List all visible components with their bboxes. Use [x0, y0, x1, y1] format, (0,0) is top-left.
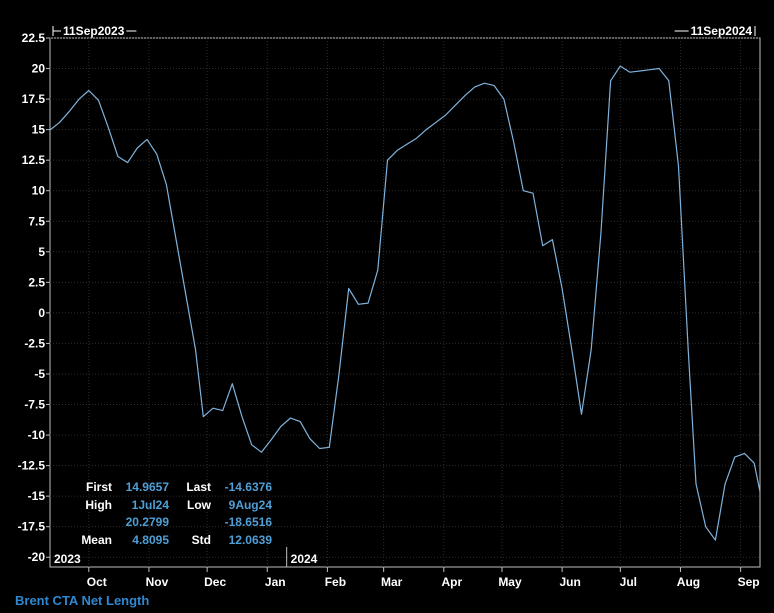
range-start-label: 11Sep2023	[63, 24, 125, 38]
stats-high-value: 20.2799	[126, 515, 170, 529]
y-tick-label: -5	[34, 367, 45, 381]
chart: 22.5 20 17.5 15 12.5 10 7.5 5 2.5 0 -2.5 -5 -7.5 -10 -…	[15, 24, 761, 608]
year-label: 2023	[54, 552, 81, 566]
year-label: 2024	[291, 552, 318, 566]
stats-first-value: 14.9657	[126, 480, 170, 494]
y-tick-label: 10	[32, 184, 46, 198]
y-axis: 22.5 20 17.5 15 12.5 10 7.5 5 2.5 0 -2.5 -5 -7.5 -10 -…	[18, 31, 50, 564]
range-start: 11Sep2023	[52, 24, 137, 38]
y-tick-label: -15	[28, 489, 46, 503]
x-tick-label: Oct	[87, 575, 107, 589]
y-tick-label: -20	[28, 550, 46, 564]
x-tick-label: Aug	[677, 575, 700, 589]
y-tick-label: -10	[28, 428, 46, 442]
stats-last-label: Last	[186, 480, 211, 494]
y-tick-label: 22.5	[22, 31, 46, 45]
y-tick-label: 17.5	[22, 92, 46, 106]
y-tick-label: 20	[32, 62, 46, 76]
stats-first-label: First	[86, 480, 112, 494]
x-tick-label: Jun	[559, 575, 580, 589]
y-tick-label: 5	[38, 245, 45, 259]
x-tick-label: Jul	[620, 575, 637, 589]
y-tick-label: -17.5	[18, 520, 46, 534]
y-tick-label: 2.5	[28, 275, 45, 289]
x-tick-label: May	[498, 575, 522, 589]
y-tick-label: -12.5	[18, 459, 46, 473]
y-tick-label: -7.5	[24, 398, 45, 412]
stats-high-label: High	[85, 498, 112, 512]
x-tick-label: Sep	[738, 575, 760, 589]
stats-last-value: -14.6376	[225, 480, 273, 494]
series-footer-label: Brent CTA Net Length	[15, 593, 149, 608]
x-tick-label: Jan	[265, 575, 286, 589]
range-end-label: 11Sep2024	[691, 24, 753, 38]
y-tick-label: 7.5	[28, 214, 45, 228]
x-tick-label: Mar	[381, 575, 403, 589]
stats-low-date: 9Aug24	[229, 498, 273, 512]
x-tick-label: Nov	[146, 575, 169, 589]
y-tick-label: 0	[38, 306, 45, 320]
y-tick-label: 12.5	[22, 153, 46, 167]
y-tick-label: -2.5	[24, 336, 45, 350]
x-tick-label: Dec	[204, 575, 226, 589]
y-tick-label: 15	[32, 123, 46, 137]
stats-mean-value: 4.8095	[132, 533, 169, 547]
stats-low-label: Low	[187, 498, 212, 512]
stats-std-value: 12.0639	[229, 533, 273, 547]
stats-high-date: 1Jul24	[132, 498, 170, 512]
stats-mean-label: Mean	[81, 533, 112, 547]
x-tick-label: Apr	[441, 575, 462, 589]
stats-std-label: Std	[192, 533, 211, 547]
stats-low-value: -18.6516	[225, 515, 273, 529]
x-tick-label: Feb	[325, 575, 346, 589]
range-end: 11Sep2024	[674, 24, 756, 38]
